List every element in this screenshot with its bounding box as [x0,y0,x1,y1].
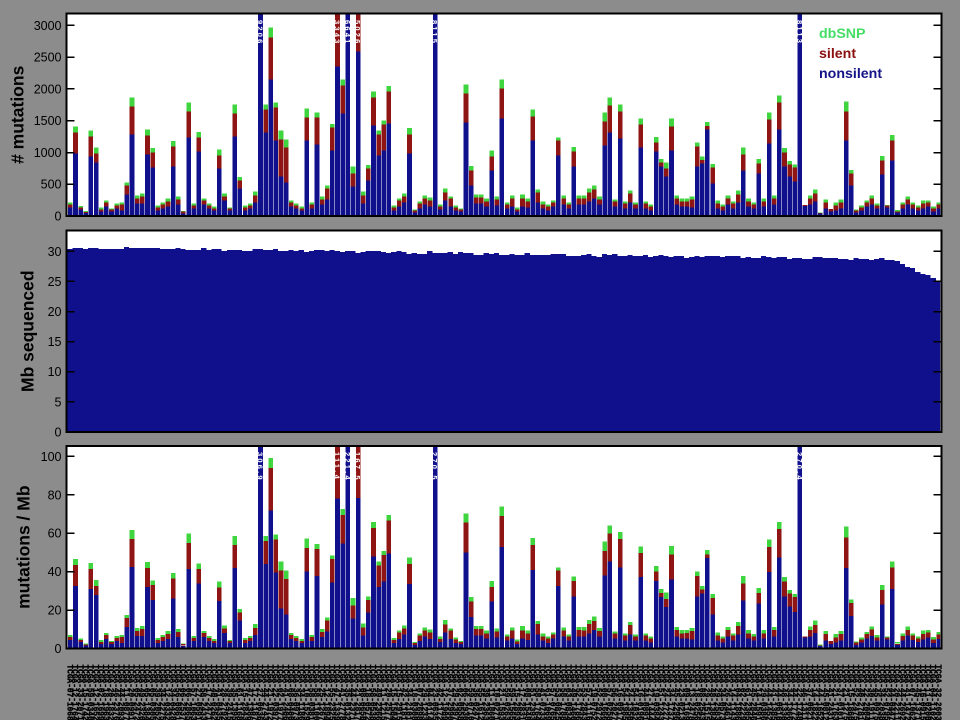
svg-text:silent: silent [819,46,856,62]
svg-text:nonsilent: nonsilent [819,66,882,82]
svg-text:5: 5 [55,395,62,409]
svg-text:9206: 9206 [256,20,265,46]
svg-text:Mb sequenced: Mb sequenced [18,270,38,392]
svg-text:2500: 2500 [34,51,62,65]
svg-text:80: 80 [48,488,62,502]
svg-text:8113: 8113 [795,20,804,45]
svg-text:1000: 1000 [34,146,62,160]
svg-text:10: 10 [48,365,62,379]
svg-text:306.9: 306.9 [256,452,265,482]
svg-text:270.4: 270.4 [795,452,804,482]
svg-text:dbSNP: dbSNP [819,26,866,42]
svg-text:270.5: 270.5 [430,452,439,482]
svg-text:15: 15 [48,335,62,349]
svg-text:3000: 3000 [34,19,62,33]
svg-text:25: 25 [48,275,62,289]
svg-text:40: 40 [48,565,62,579]
svg-text:100: 100 [41,450,62,464]
svg-text:2000: 2000 [34,82,62,96]
svg-text:20: 20 [48,604,62,618]
svg-text:60: 60 [48,527,62,541]
svg-text:221.4: 221.4 [343,452,352,482]
svg-text:20: 20 [48,305,62,319]
svg-text:TCGA-32-2603: TCGA-32-2603 [933,665,941,720]
svg-text:5026: 5026 [353,20,362,46]
svg-text:3343: 3343 [333,20,342,46]
svg-text:0: 0 [55,210,62,224]
svg-text:# mutations: # mutations [8,65,28,163]
svg-text:1500: 1500 [34,114,62,128]
svg-text:0: 0 [55,642,62,656]
svg-text:30: 30 [48,245,62,259]
svg-text:6641: 6641 [343,20,352,46]
svg-text:8115: 8115 [430,20,439,45]
svg-text:0: 0 [55,426,62,440]
svg-text:111.4: 111.4 [333,452,342,481]
svg-text:mutations / Mb: mutations / Mb [14,485,34,608]
svg-text:167.5: 167.5 [353,452,362,482]
svg-text:500: 500 [41,178,62,192]
